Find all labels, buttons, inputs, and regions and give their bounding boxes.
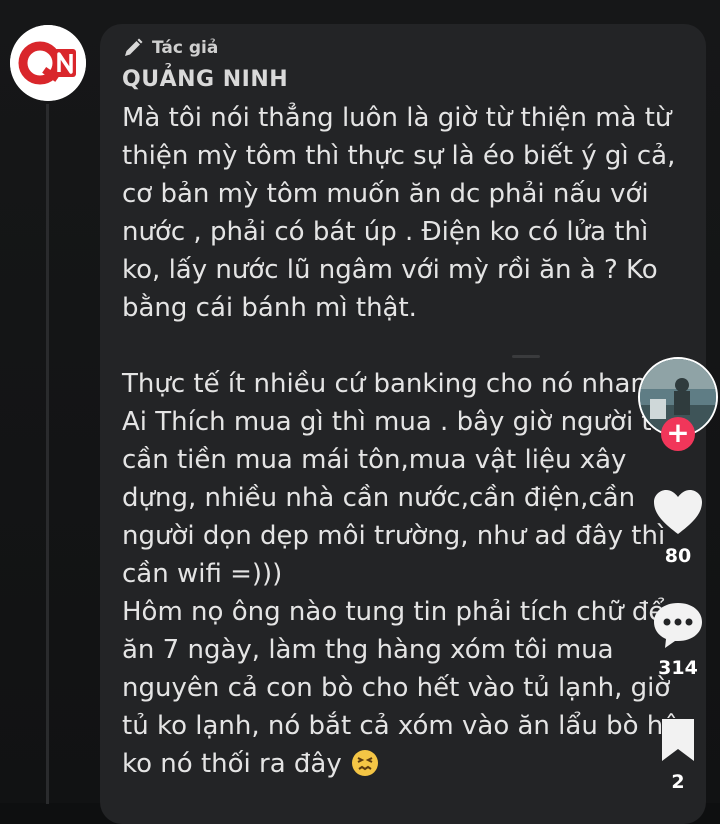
thread-line [46,104,49,804]
confounded-face-icon [350,748,380,789]
comment-text: Mà tôi nói thẳng luôn là giờ từ thiện mà… [122,99,692,789]
like-count: 80 [664,545,692,567]
action-rail: + 80 314 2 [624,355,718,803]
save-button[interactable] [628,717,720,767]
heart-icon [654,490,702,534]
screen: Tác giả QUẢNG NINH Mà tôi nói thẳng luôn… [0,0,720,824]
pencil-icon [125,38,143,56]
follow-button[interactable]: + [661,417,695,451]
save-count: 2 [671,771,685,793]
bookmark-icon [662,719,694,761]
channel-logo-avatar[interactable] [10,25,86,101]
qn-logo-icon [10,25,86,101]
comment-bubble-icon [654,603,702,648]
author-label: Tác giả [152,38,219,58]
comment-body: Mà tôi nói thẳng luôn là giờ từ thiện mà… [122,103,679,779]
comment-button[interactable] [628,600,720,654]
comment-count: 314 [658,657,698,679]
author-name[interactable]: QUẢNG NINH [122,67,288,92]
like-button[interactable] [628,488,720,540]
author-badge: Tác giả [122,37,218,59]
